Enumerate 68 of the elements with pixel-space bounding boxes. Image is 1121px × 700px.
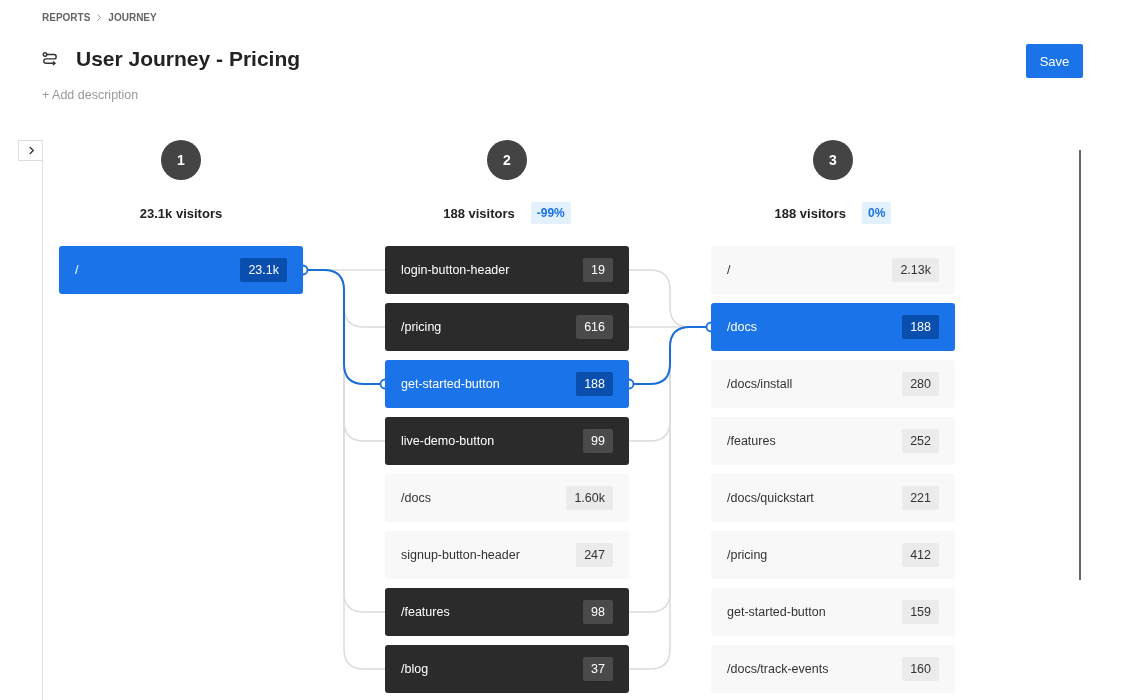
node-count: 412 [902, 543, 939, 567]
page-title: User Journey - Pricing [76, 47, 302, 71]
node-count: 188 [902, 315, 939, 339]
journey-node[interactable]: /blog 37 [385, 645, 629, 693]
chevron-right-icon [27, 146, 35, 155]
node-count: 159 [902, 600, 939, 624]
node-label: login-button-header [401, 263, 510, 277]
journey-node[interactable]: live-demo-button 99 [385, 417, 629, 465]
journey-node[interactable]: /docs/install 280 [711, 360, 955, 408]
journey-node[interactable]: /pricing 412 [711, 531, 955, 579]
node-count: 2.13k [892, 258, 939, 282]
visitor-count: 188 visitors [774, 205, 847, 221]
node-label: /features [401, 605, 450, 619]
node-label: get-started-button [727, 605, 826, 619]
journey-node[interactable]: /features 98 [385, 588, 629, 636]
node-label: /pricing [727, 548, 768, 562]
node-label: /docs/install [727, 377, 793, 391]
journey-node[interactable]: /docs/quickstart 221 [711, 474, 955, 522]
change-badge: 0% [862, 202, 892, 224]
sidebar-toggle-button[interactable] [18, 140, 43, 161]
journey-node[interactable]: / 2.13k [711, 246, 955, 294]
change-badge: -99% [530, 202, 571, 224]
node-count: 280 [902, 372, 939, 396]
journey-node[interactable]: login-button-header 19 [385, 246, 629, 294]
journey-icon [42, 52, 58, 66]
node-count: 23.1k [240, 258, 287, 282]
visitor-count: 188 visitors [443, 205, 515, 221]
journey-node[interactable]: get-started-button 188 [385, 360, 629, 408]
node-label: /features [727, 434, 776, 448]
node-label: live-demo-button [401, 434, 495, 448]
node-label: /docs [401, 491, 431, 505]
node-label: /docs/track-events [727, 662, 829, 676]
node-count: 616 [576, 315, 613, 339]
node-label: / [75, 263, 79, 277]
node-label: / [727, 263, 731, 277]
node-count: 1.60k [566, 486, 613, 510]
node-label: /docs/quickstart [727, 491, 814, 505]
node-count: 99 [583, 429, 613, 453]
node-label: /blog [401, 662, 429, 676]
journey-node[interactable]: /docs/track-events 160 [711, 645, 955, 693]
node-count: 98 [583, 600, 613, 624]
journey-node[interactable]: get-started-button 159 [711, 588, 955, 636]
node-count: 247 [576, 543, 613, 567]
node-count: 37 [583, 657, 613, 681]
journey-node[interactable]: /docs 1.60k [385, 474, 629, 522]
journey-node[interactable]: / 23.1k [59, 246, 303, 294]
journey-node[interactable]: /features 252 [711, 417, 955, 465]
journey-node[interactable]: signup-button-header 247 [385, 531, 629, 579]
journey-node[interactable]: /pricing 616 [385, 303, 629, 351]
scrollbar[interactable] [1079, 150, 1081, 580]
chevron-icon [96, 12, 103, 22]
visitor-count: 23.1k visitors [139, 205, 223, 221]
node-count: 188 [576, 372, 613, 396]
node-label: get-started-button [401, 377, 500, 391]
node-label: /pricing [401, 320, 442, 334]
node-count: 160 [902, 657, 939, 681]
step-number: 2 [487, 140, 527, 180]
node-count: 252 [902, 429, 939, 453]
breadcrumb-link[interactable]: JOURNEY [108, 11, 157, 23]
step-number: 3 [813, 140, 853, 180]
node-label: signup-button-header [401, 548, 520, 562]
step-number: 1 [161, 140, 201, 180]
node-count: 221 [902, 486, 939, 510]
node-count: 19 [583, 258, 613, 282]
save-button[interactable]: Save [1026, 44, 1083, 78]
node-label: /docs [727, 320, 757, 334]
breadcrumb-link[interactable]: REPORTS [42, 11, 91, 23]
journey-node[interactable]: /docs 188 [711, 303, 955, 351]
